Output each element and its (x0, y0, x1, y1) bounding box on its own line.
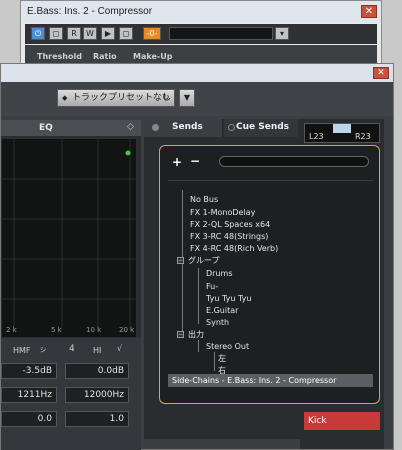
plugin-toolbar: ⏻ ◻ R W ▶ ◻ -0- ▾ (25, 24, 377, 44)
band-number-label: 4 (69, 344, 75, 354)
eq-header: EQ ◇ (1, 120, 141, 136)
tree-item-fx[interactable]: FX 2-QL Spaces x64 (190, 219, 270, 230)
eq-menu-icon[interactable]: ◇ (127, 122, 134, 132)
tree-item-group[interactable]: Tyu Tyu Tyu (206, 293, 251, 304)
band-type-label: HMF (13, 346, 31, 355)
hi-freq-field[interactable]: 12000Hz (65, 387, 129, 403)
tree-item-group[interactable]: E.Guitar (206, 305, 238, 316)
band-type-label: HI (93, 346, 102, 355)
freq-tick-label: 10 k (86, 326, 102, 334)
freq-tick-label: 5 k (51, 326, 62, 334)
tree-item-group[interactable]: Synth (206, 317, 229, 328)
tree-item-selected[interactable]: Side-Chains - E.Bass: Ins. 2 - Compresso… (168, 374, 373, 387)
channel-name-label: Kick (304, 412, 380, 430)
makeup-label: Make-Up (133, 52, 173, 61)
track-preset-dropdown[interactable]: ▼ (179, 89, 195, 107)
ratio-label: Ratio (93, 52, 117, 61)
bypass-button[interactable]: ◻ (49, 27, 63, 40)
tree-line (214, 352, 215, 371)
tree-item-group[interactable]: Drums (206, 268, 232, 279)
filter-shape-icon[interactable]: √ (117, 344, 122, 353)
hi-gain-field[interactable]: 0.0dB (65, 363, 129, 379)
tree-output-folder[interactable]: 出力 (188, 329, 204, 340)
tree-line (198, 340, 199, 352)
plugin-titlebar[interactable]: E.Bass: Ins. 2 - Compressor ✕ (21, 1, 381, 23)
expand-all-button[interactable]: + (172, 155, 182, 169)
tree-item-fx[interactable]: FX 1-MonoDelay (190, 207, 255, 218)
tab-cue-label: Cue Sends (236, 122, 290, 132)
panner-display[interactable]: L23 R23 (304, 123, 380, 143)
track-preset-button[interactable]: ◆ トラックプリセットなし ↻ (57, 89, 175, 107)
plugin-preset-field[interactable] (169, 27, 273, 40)
side-chain-button[interactable]: -0- (143, 27, 161, 40)
hmf-q-field[interactable]: 0.0 (1, 411, 57, 427)
divider (168, 180, 373, 181)
filter-shape-icon[interactable]: ㇱ (39, 344, 47, 355)
pan-handle[interactable] (333, 124, 351, 133)
tree-item-channel[interactable]: 左 (218, 353, 226, 364)
tab-sends-label: Sends (172, 122, 203, 132)
hmf-freq-field[interactable]: 1211Hz (1, 387, 57, 403)
search-input[interactable] (219, 156, 369, 167)
freq-tick-label: 2 k (6, 326, 17, 334)
collapse-all-button[interactable]: − (190, 154, 200, 168)
tree-item-no-bus[interactable]: No Bus (190, 194, 218, 205)
power-button[interactable]: ⏻ (31, 27, 45, 40)
hi-q-field[interactable]: 1.0 (65, 411, 129, 427)
read-automation-button[interactable]: R (67, 27, 81, 40)
plugin-window-title: E.Bass: Ins. 2 - Compressor (27, 6, 153, 17)
tab-sends[interactable]: Sends (144, 119, 222, 137)
eq-panel: EQ ◇ 2 k 5 k 10 k 20 k HMF ㇱ 4 HI √ -3.5… (1, 120, 141, 450)
hmf-gain-field[interactable]: -3.5dB (1, 363, 57, 379)
collapse-icon[interactable]: − (177, 331, 184, 338)
tree-group-folder[interactable]: グループ (188, 255, 220, 266)
plugin-window: E.Bass: Ins. 2 - Compressor ✕ ⏻ ◻ R W ▶ … (20, 0, 382, 70)
play-button[interactable]: ▶ (101, 27, 115, 40)
track-preset-label: トラックプリセットなし (72, 93, 172, 103)
left-channel-label: L23 (309, 132, 324, 141)
tree-item-output[interactable]: Stereo Out (206, 341, 249, 352)
eq-title: EQ (39, 123, 53, 133)
eq-band-indicator (125, 150, 131, 156)
eq-curve-display[interactable] (1, 138, 137, 338)
plugin-close-button[interactable]: ✕ (361, 5, 377, 18)
track-toolbar: ◆ トラックプリセットなし ↻ ▼ (1, 82, 393, 116)
preset-icon: ◆ (62, 94, 68, 102)
options-button[interactable]: ◻ (119, 27, 133, 40)
threshold-label: Threshold (37, 52, 82, 61)
eq-controls: HMF ㇱ 4 HI √ -3.5dB 0.0dB 1211Hz 12000Hz… (1, 338, 141, 450)
collapse-icon[interactable]: − (177, 257, 184, 264)
sends-toggle-icon[interactable] (152, 124, 159, 131)
reload-icon[interactable]: ↻ (162, 90, 170, 106)
tree-item-fx[interactable]: FX 4-RC 48(Rich Verb) (190, 243, 278, 254)
selected-item-label: Side-Chains - E.Bass: Ins. 2 - Compresso… (172, 376, 337, 385)
right-channel-label: R23 (355, 132, 371, 141)
tree-line (198, 268, 199, 324)
send-routing-popup: + − No Bus FX 1-MonoDelay FX 2-QL Spaces… (159, 145, 380, 404)
tree-item-fx[interactable]: FX 3-RC 48(Strings) (190, 231, 268, 242)
cue-toggle-icon[interactable] (228, 124, 235, 131)
main-close-button[interactable]: ✕ (373, 67, 389, 79)
tree-item-group[interactable]: Fu- (206, 281, 218, 292)
tab-cue-sends[interactable]: Cue Sends (224, 119, 298, 137)
preset-menu-icon[interactable]: ▾ (275, 27, 289, 40)
eq-grid (2, 139, 136, 329)
write-automation-button[interactable]: W (83, 27, 97, 40)
main-titlebar[interactable]: ✕ (1, 64, 393, 82)
freq-tick-label: 20 k (119, 326, 135, 334)
